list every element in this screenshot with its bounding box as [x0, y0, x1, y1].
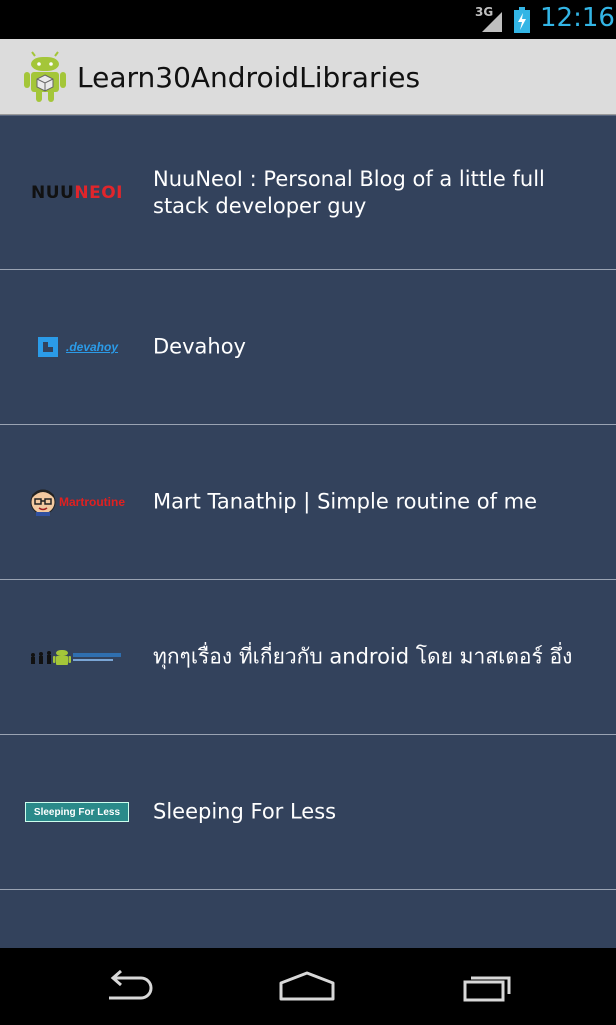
- back-icon: [109, 969, 153, 1000]
- battery-charging-icon: [514, 7, 530, 33]
- home-button[interactable]: [272, 966, 342, 1006]
- list-item-masterung[interactable]: ทุกๆเรื่อง ที่เกี่ยวกับ android โดย มาสเ…: [0, 580, 616, 735]
- list-item-label: ทุกๆเรื่อง ที่เกี่ยวกับ android โดย มาสเ…: [153, 644, 573, 669]
- masterung-logo: [22, 643, 132, 671]
- back-button[interactable]: [92, 966, 162, 1006]
- navigation-bar: [0, 948, 616, 1025]
- status-bar: 3G 12:16: [0, 0, 616, 39]
- list-item-label: NuuNeoI : Personal Blog of a little full…: [153, 166, 545, 218]
- list-item-label: Sleeping For Less: [153, 799, 337, 824]
- clock: 12:16: [540, 3, 615, 33]
- list-item-devahoy[interactable]: .devahoy Devahoy: [0, 270, 616, 425]
- home-icon: [279, 971, 335, 1001]
- list-item-nuuneoi[interactable]: NUU NEOI NuuNeoI : Personal Blog of a lit…: [0, 115, 616, 270]
- devahoy-logo: .devahoy: [22, 333, 132, 361]
- recents-button[interactable]: [452, 966, 522, 1006]
- nuuneoi-logo-part2: NEOI: [74, 182, 123, 203]
- app-title: Learn30AndroidLibraries: [77, 61, 421, 94]
- evolution-android-logo: [31, 650, 121, 665]
- sleeping-for-less-logo: Sleeping For Less: [22, 798, 132, 826]
- sleeping-for-less-logo-text: Sleeping For Less: [33, 806, 121, 818]
- martroutine-logo: Martroutine: [22, 488, 132, 516]
- recents-icon: [463, 976, 511, 1002]
- list-item-sleeping-for-less[interactable]: Sleeping For Less Sleeping For Less: [0, 735, 616, 890]
- nuuneoi-logo-part1: NUU: [31, 182, 75, 203]
- android-app-icon: [24, 51, 66, 102]
- cartoon-face-icon: [30, 489, 56, 516]
- devahoy-square-icon: [37, 337, 58, 357]
- sleeping-for-less-banner: Sleeping For Less: [25, 802, 129, 822]
- list-item-martroutine[interactable]: Martroutine Mart Tanathip | Simple routi…: [0, 425, 616, 580]
- nuuneoi-logo: NUU NEOI: [22, 179, 132, 207]
- action-bar: Learn30AndroidLibraries: [0, 39, 616, 115]
- devahoy-logo-text: .devahoy: [65, 340, 119, 354]
- list-item-label: Mart Tanathip | Simple routine of me: [153, 489, 538, 514]
- list-item-partial[interactable]: [0, 890, 616, 948]
- martroutine-logo-text: Martroutine: [59, 495, 125, 509]
- signal-icon: [482, 12, 502, 32]
- list-item-label: Devahoy: [153, 334, 246, 359]
- blog-list[interactable]: NUU NEOI NuuNeoI : Personal Blog of a lit…: [0, 115, 616, 948]
